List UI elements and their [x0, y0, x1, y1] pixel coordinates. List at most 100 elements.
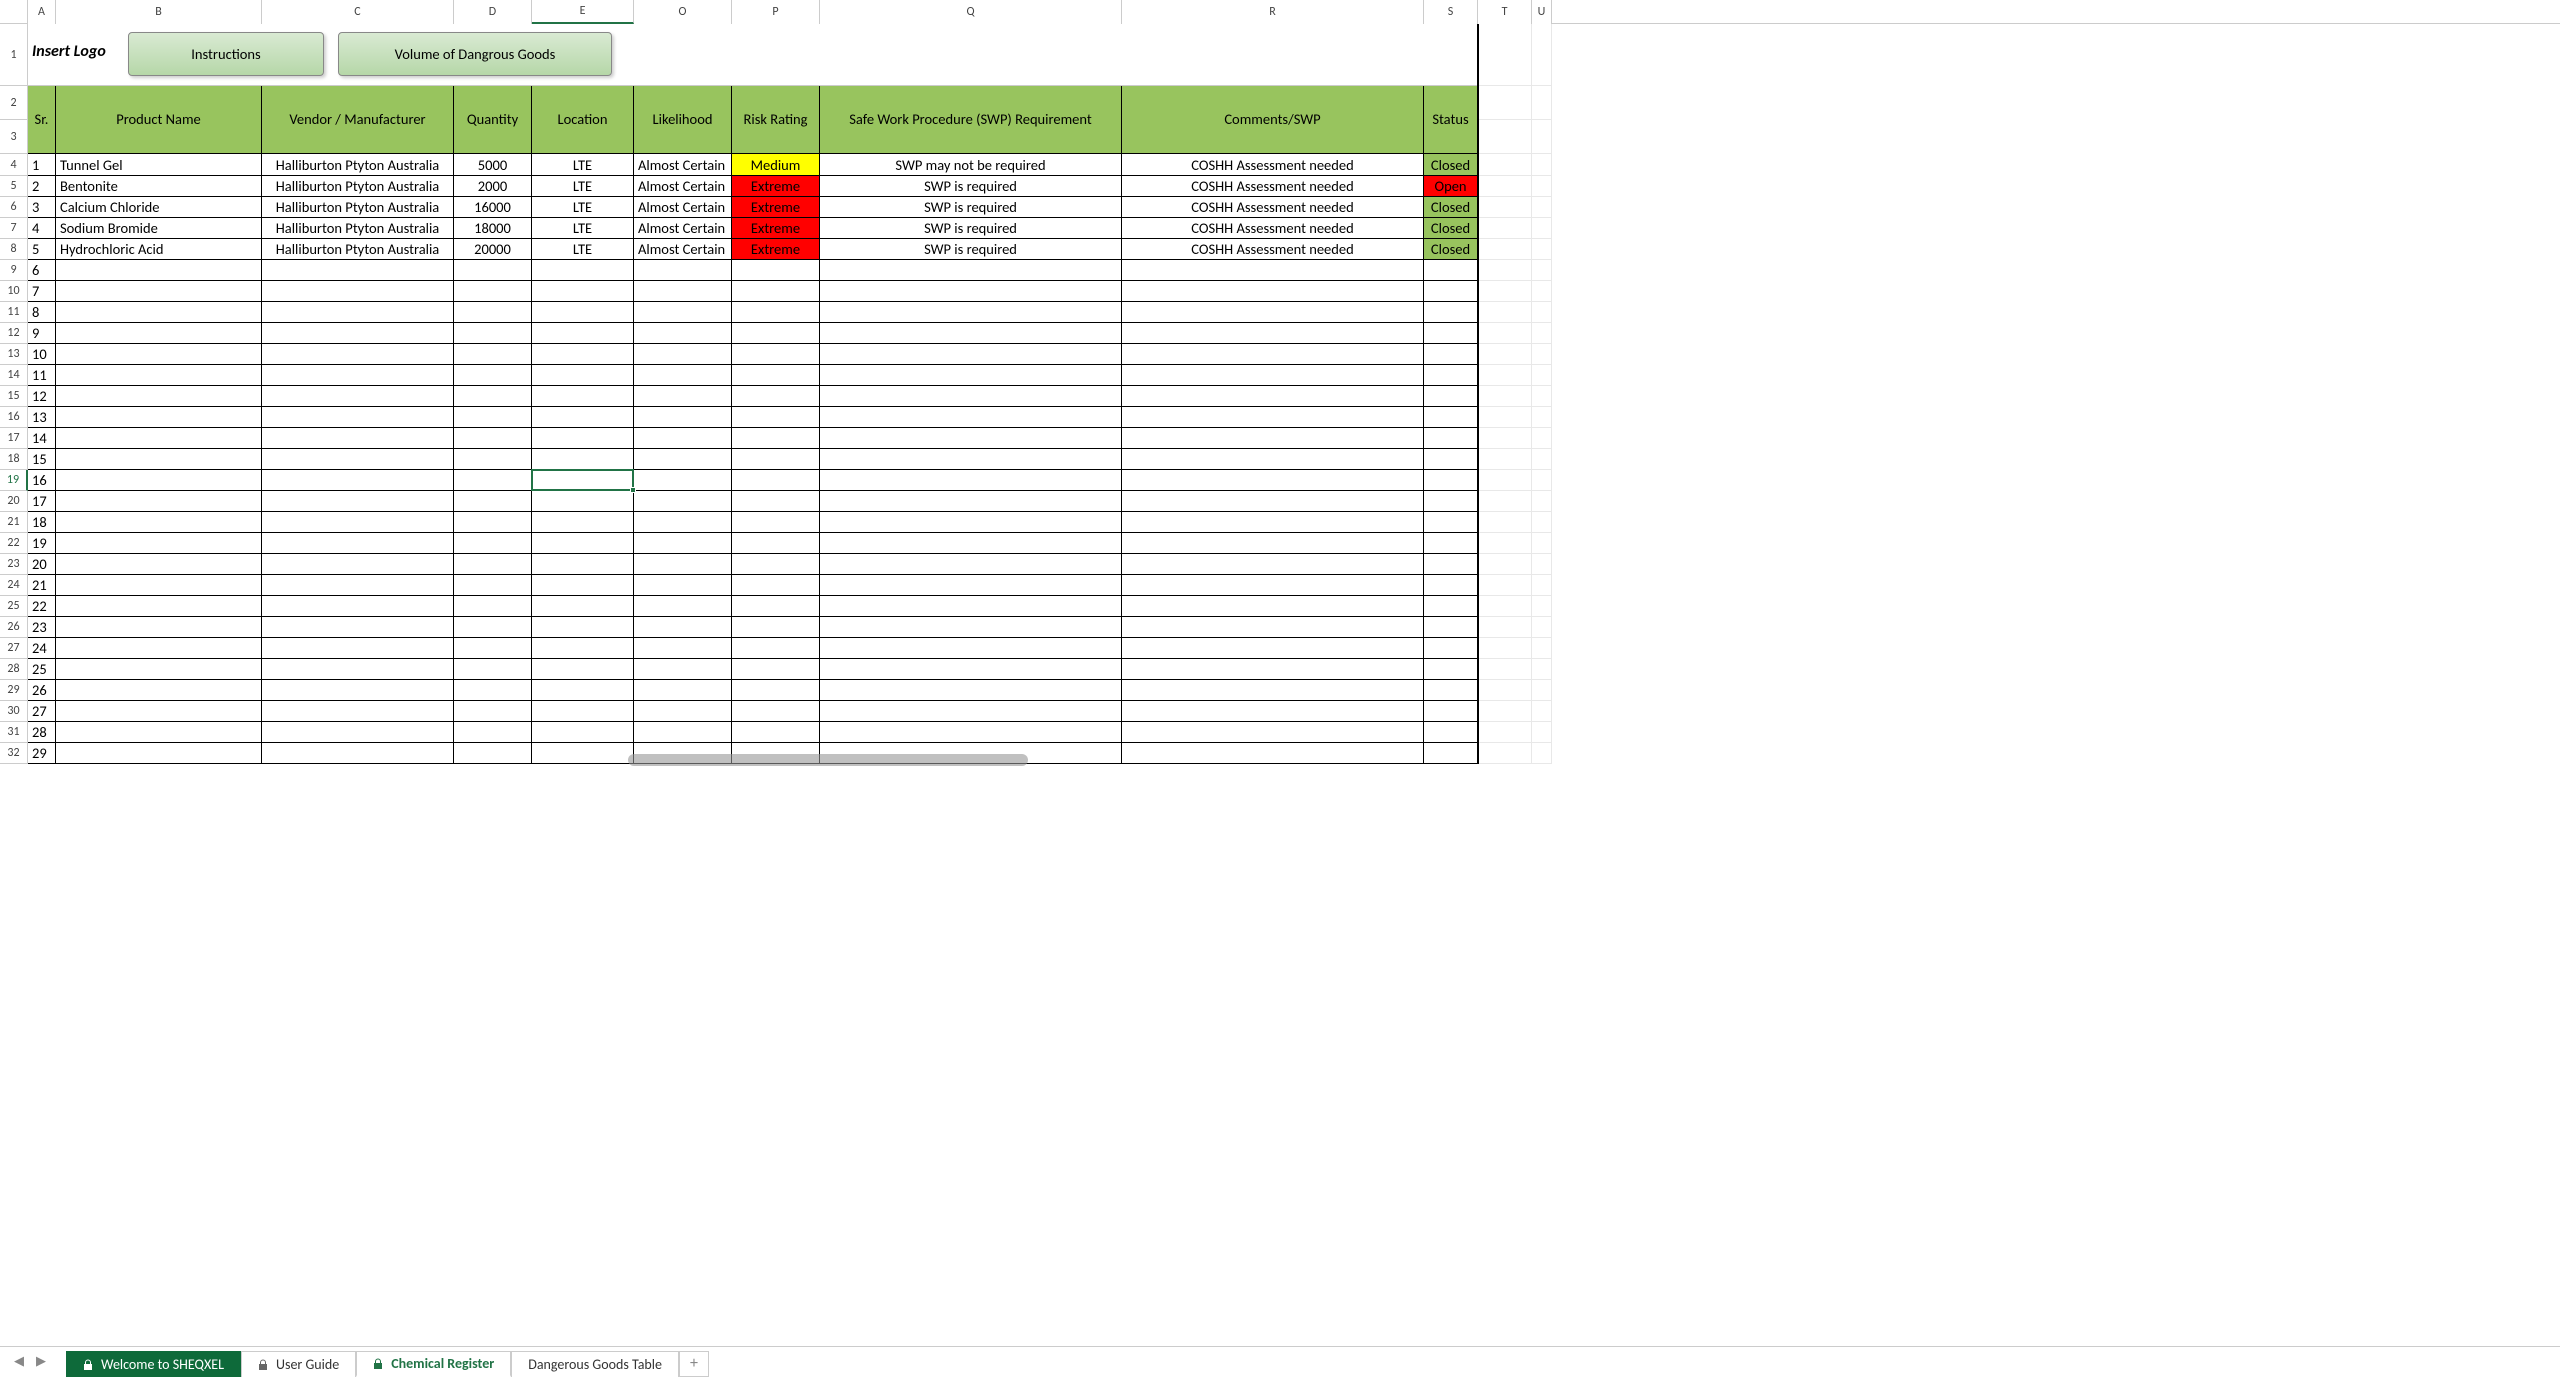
grid-cell[interactable]: [1532, 659, 1552, 680]
cell-empty[interactable]: [634, 596, 732, 617]
cell-empty[interactable]: [1122, 680, 1424, 701]
cell-empty[interactable]: [820, 638, 1122, 659]
col-header-E[interactable]: E: [532, 0, 634, 24]
cell-empty[interactable]: [454, 260, 532, 281]
cell-empty[interactable]: [56, 386, 262, 407]
cell-empty[interactable]: [1122, 281, 1424, 302]
grid-cell[interactable]: [1532, 323, 1552, 344]
grid-cell[interactable]: [1532, 722, 1552, 743]
cell-empty[interactable]: [732, 428, 820, 449]
header-location[interactable]: Location: [532, 86, 634, 154]
cell-sr[interactable]: 20: [28, 554, 56, 575]
cell-empty[interactable]: [820, 659, 1122, 680]
cell-swp[interactable]: SWP is required: [820, 197, 1122, 218]
cell-empty[interactable]: [532, 260, 634, 281]
grid-cell[interactable]: [1532, 428, 1552, 449]
cell-empty[interactable]: [56, 638, 262, 659]
cell-empty[interactable]: [634, 344, 732, 365]
cell-status[interactable]: Closed: [1424, 197, 1478, 218]
cell-comments[interactable]: COSHH Assessment needed: [1122, 239, 1424, 260]
horizontal-scrollbar[interactable]: [628, 754, 1028, 766]
cell-empty[interactable]: [56, 701, 262, 722]
cell-sr[interactable]: 5: [28, 239, 56, 260]
row-header-29[interactable]: 29: [0, 680, 28, 701]
cell-risk[interactable]: Extreme: [732, 176, 820, 197]
cell-empty[interactable]: [532, 512, 634, 533]
row-header-26[interactable]: 26: [0, 617, 28, 638]
cell-sr[interactable]: 18: [28, 512, 56, 533]
header-sr[interactable]: Sr.: [28, 86, 56, 154]
cell-empty[interactable]: [732, 491, 820, 512]
cell-vendor[interactable]: Halliburton Ptyton Australia: [262, 154, 454, 176]
cell-empty[interactable]: [1122, 323, 1424, 344]
header-comments[interactable]: Comments/SWP: [1122, 86, 1424, 154]
cell-empty[interactable]: [1122, 512, 1424, 533]
cell-comments[interactable]: COSHH Assessment needed: [1122, 176, 1424, 197]
cell-likelihood[interactable]: Almost Certain: [634, 197, 732, 218]
cell-empty[interactable]: [634, 323, 732, 344]
cell-loc[interactable]: LTE: [532, 218, 634, 239]
cell-empty[interactable]: [532, 533, 634, 554]
cell-empty[interactable]: [732, 449, 820, 470]
cell-empty[interactable]: [532, 281, 634, 302]
cell-empty[interactable]: [56, 281, 262, 302]
cell-empty[interactable]: [454, 533, 532, 554]
cell-sr[interactable]: 10: [28, 344, 56, 365]
cell-empty[interactable]: [634, 533, 732, 554]
cell-sr[interactable]: 22: [28, 596, 56, 617]
cell-empty[interactable]: [262, 722, 454, 743]
cell-loc[interactable]: LTE: [532, 176, 634, 197]
cell-empty[interactable]: [454, 323, 532, 344]
tab-user-guide[interactable]: User Guide: [241, 1351, 356, 1377]
cell-empty[interactable]: [454, 470, 532, 491]
col-header-A[interactable]: A: [28, 0, 56, 24]
grid-cell[interactable]: [1478, 407, 1532, 428]
grid-cell[interactable]: [1532, 218, 1552, 239]
cell-swp[interactable]: SWP is required: [820, 239, 1122, 260]
row-header-28[interactable]: 28: [0, 659, 28, 680]
cell-empty[interactable]: [634, 302, 732, 323]
row-header-4[interactable]: 4: [0, 154, 28, 176]
cell-empty[interactable]: [56, 617, 262, 638]
grid-cell[interactable]: [1478, 365, 1532, 386]
cell-empty[interactable]: [454, 491, 532, 512]
cell-qty[interactable]: 5000: [454, 154, 532, 176]
grid-cell[interactable]: [1532, 120, 1552, 154]
grid-cell[interactable]: [1532, 407, 1552, 428]
cell-empty[interactable]: [454, 743, 532, 764]
cell-swp[interactable]: SWP may not be required: [820, 154, 1122, 176]
cell-empty[interactable]: [634, 365, 732, 386]
row-header-31[interactable]: 31: [0, 722, 28, 743]
row-header-18[interactable]: 18: [0, 449, 28, 470]
cell-empty[interactable]: [56, 743, 262, 764]
cell-sr[interactable]: 7: [28, 281, 56, 302]
sheet-nav-next[interactable]: ▶: [30, 1350, 52, 1374]
cell-empty[interactable]: [634, 470, 732, 491]
cell-risk[interactable]: Extreme: [732, 218, 820, 239]
cell-empty[interactable]: [634, 575, 732, 596]
cell-sr[interactable]: 17: [28, 491, 56, 512]
cell-empty[interactable]: [820, 428, 1122, 449]
row-header-25[interactable]: 25: [0, 596, 28, 617]
grid-cell[interactable]: [1478, 24, 1532, 86]
cell-empty[interactable]: [1424, 617, 1478, 638]
cell-empty[interactable]: [454, 386, 532, 407]
grid-cell[interactable]: [1532, 701, 1552, 722]
cell-empty[interactable]: [262, 575, 454, 596]
row-header-2[interactable]: 2: [0, 86, 28, 120]
cell-empty[interactable]: [454, 596, 532, 617]
cell-empty[interactable]: [262, 323, 454, 344]
row-header-5[interactable]: 5: [0, 176, 28, 197]
cell-empty[interactable]: [634, 617, 732, 638]
cell-vendor[interactable]: Halliburton Ptyton Australia: [262, 218, 454, 239]
cell-empty[interactable]: [532, 449, 634, 470]
cell-empty[interactable]: [732, 323, 820, 344]
cell-empty[interactable]: [56, 470, 262, 491]
cell-empty[interactable]: [634, 680, 732, 701]
cell-empty[interactable]: [262, 554, 454, 575]
cell-qty[interactable]: 16000: [454, 197, 532, 218]
cell-comments[interactable]: COSHH Assessment needed: [1122, 197, 1424, 218]
grid-cell[interactable]: [1478, 154, 1532, 176]
cell-empty[interactable]: [732, 260, 820, 281]
cell-empty[interactable]: [454, 638, 532, 659]
